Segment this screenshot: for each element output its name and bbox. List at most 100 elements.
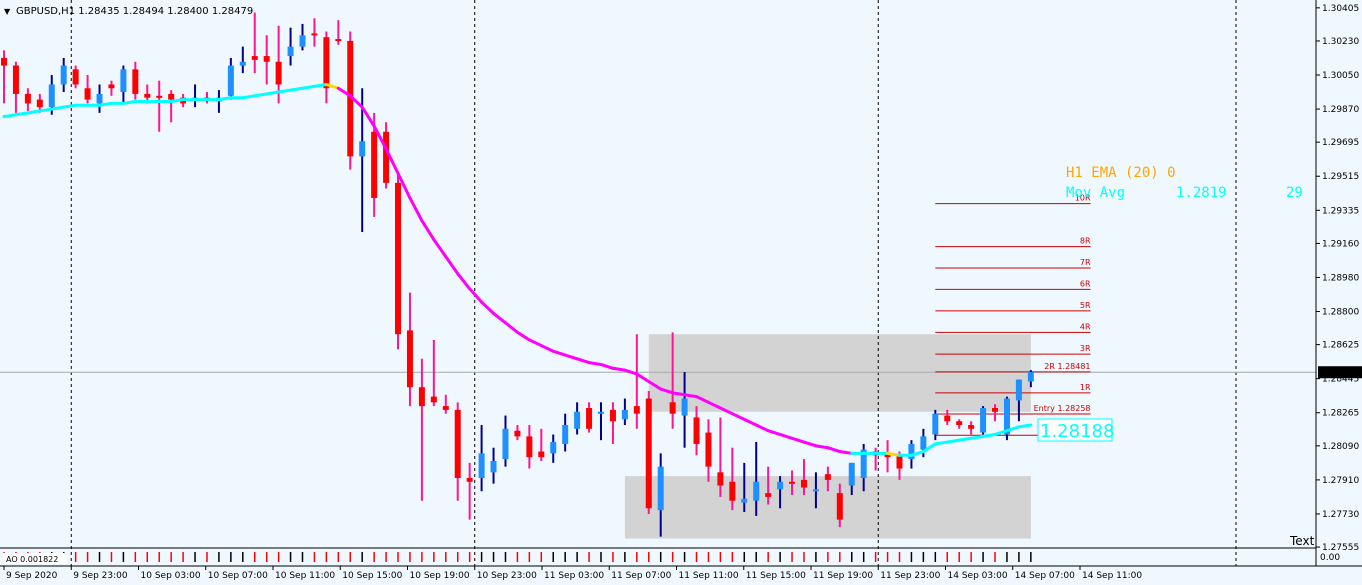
candle-body <box>908 443 915 460</box>
time-tick-label: 11 Sep 23:00 <box>880 571 940 581</box>
candle-body <box>12 65 19 94</box>
ema-segment <box>26 109 42 115</box>
time-tick-label: 10 Sep 19:00 <box>410 571 470 581</box>
ema-segment <box>933 440 949 446</box>
price-tick-label: 1.29160 <box>1322 239 1359 249</box>
ema-segment <box>814 444 830 450</box>
candle-body <box>60 65 67 85</box>
symbol-header: GBPUSD,H1 1.28435 1.28494 1.28400 1.2847… <box>16 6 253 17</box>
time-tick-label: 11 Sep 19:00 <box>813 571 873 581</box>
candle-body <box>335 39 342 42</box>
candle-body <box>418 387 425 407</box>
ema-segment <box>945 438 961 444</box>
ema-segment <box>241 94 257 100</box>
symbol-triangle-icon[interactable]: ▼ <box>4 7 11 16</box>
ema-segment <box>981 432 997 438</box>
time-tick-label: 11 Sep 15:00 <box>746 571 806 581</box>
candle-body <box>800 479 807 488</box>
candle-body <box>72 69 79 85</box>
candle-body <box>693 417 700 444</box>
candle-body <box>657 466 664 511</box>
trade-level-label: 2R 1.28481 <box>1044 362 1090 371</box>
ema-segment <box>14 111 30 117</box>
candle-body <box>968 425 975 429</box>
candle-body <box>442 406 449 410</box>
price-tick-label: 1.28265 <box>1322 409 1359 419</box>
ema-segment <box>169 98 185 103</box>
trade-level-label: 6R <box>1080 279 1091 288</box>
ema-segment <box>683 393 699 399</box>
time-tick-label: 11 Sep 07:00 <box>611 571 671 581</box>
candle-body <box>980 407 987 433</box>
price-tick-label: 1.28980 <box>1322 273 1359 283</box>
candle-body <box>765 493 772 497</box>
candle-body <box>406 330 413 388</box>
candle-body <box>371 131 378 198</box>
price-chart[interactable]: 10R8R7R6R5R4R3R2R 1.284811REntry 1.28258… <box>0 0 1362 585</box>
candle-body <box>598 411 604 414</box>
price-tick-label: 1.30405 <box>1322 4 1359 14</box>
ema-segment <box>50 105 66 111</box>
ema-segment <box>312 82 328 88</box>
candle-body <box>992 407 999 412</box>
candle-body <box>144 93 151 98</box>
candle-body <box>753 481 760 501</box>
candle-body <box>562 425 569 444</box>
candle-body <box>550 442 557 454</box>
candle-body <box>621 409 628 420</box>
candle-body <box>538 451 545 458</box>
ema-segment <box>671 391 687 397</box>
candle-body <box>1015 379 1022 401</box>
candle-body <box>490 460 497 473</box>
time-tick-label: 10 Sep 03:00 <box>141 571 201 581</box>
candle-body <box>777 481 784 490</box>
ema-segment <box>98 101 113 107</box>
ema-segment <box>957 436 973 442</box>
time-tick-label: 10 Sep 15:00 <box>342 571 402 581</box>
candle-body <box>359 141 366 157</box>
candle-body <box>824 474 831 480</box>
candle-body <box>729 481 736 501</box>
candle-body <box>789 481 796 484</box>
price-tick-label: 1.28625 <box>1322 341 1359 351</box>
candle-body <box>944 415 951 422</box>
candle-body <box>586 407 593 429</box>
trade-level-label: 8R <box>1080 237 1091 246</box>
ema-segment <box>289 86 304 92</box>
ema-segment <box>969 434 985 440</box>
candle-body <box>741 498 748 503</box>
candle-body <box>1027 372 1034 382</box>
candle-body <box>96 93 103 104</box>
price-tick-label: 1.27910 <box>1322 476 1359 486</box>
price-tick-label: 1.30050 <box>1322 71 1359 81</box>
ao-label: AO 0.001822 <box>6 555 58 564</box>
price-tick-label: 1.29335 <box>1322 206 1359 216</box>
price-tick-label: 1.29695 <box>1322 138 1359 148</box>
candle-body <box>120 69 127 93</box>
time-tick-label: 14 Sep 03:00 <box>948 571 1008 581</box>
trade-level-label: 4R <box>1080 322 1091 331</box>
candle-body <box>669 402 676 414</box>
time-tick-label: 10 Sep 23:00 <box>477 571 537 581</box>
time-tick-label: 14 Sep 07:00 <box>1015 571 1075 581</box>
time-tick-label: 10 Sep 11:00 <box>275 571 335 581</box>
ma-value: 1.2819 <box>1176 185 1227 201</box>
ema-segment <box>611 366 627 372</box>
ma-badge: 1.28188 <box>1040 421 1114 442</box>
candle-body <box>848 462 855 486</box>
candle-body <box>920 436 927 450</box>
candle-body <box>395 182 402 335</box>
candle-body <box>168 93 175 100</box>
candle-body <box>239 61 246 66</box>
price-tick-label: 1.28800 <box>1322 308 1359 318</box>
ma-extra: 29 <box>1286 185 1303 201</box>
ema-segment <box>277 88 293 94</box>
candle-body <box>108 84 115 89</box>
ma-label: Mov Avg <box>1066 185 1125 201</box>
time-tick-label: 11 Sep 03:00 <box>544 571 604 581</box>
candle-body <box>896 455 903 469</box>
text-marker: Text <box>1289 534 1315 548</box>
ema-segment <box>301 84 316 90</box>
candle-body <box>609 409 616 422</box>
ema-segment <box>2 113 18 119</box>
